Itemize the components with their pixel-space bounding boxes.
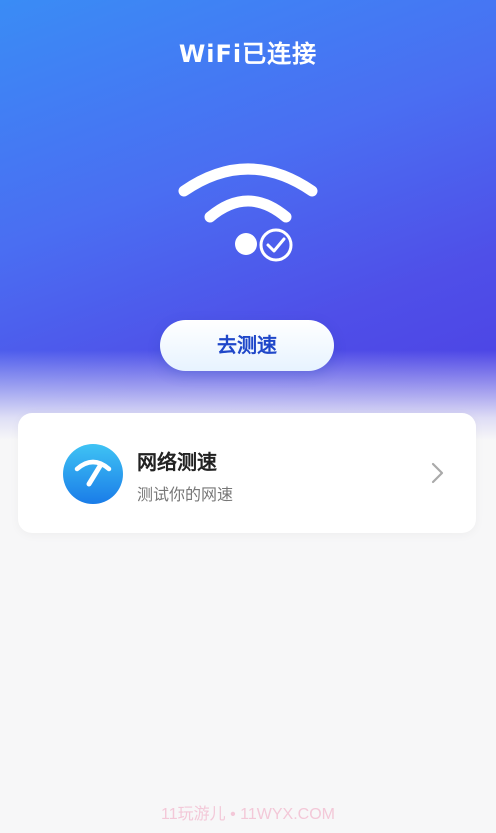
wifi-connected-icon — [176, 155, 320, 265]
card-title: 网络测速 — [137, 450, 217, 474]
speedometer-icon — [62, 443, 124, 505]
watermark: 11玩游儿 • 11WYX.COM — [161, 806, 335, 823]
card-subtitle: 测试你的网速 — [137, 485, 234, 504]
hero-header: WiFi已连接 — [0, 0, 496, 440]
page-title: WiFi已连接 — [178, 40, 318, 68]
start-speed-test-button[interactable]: 去测速 — [160, 320, 334, 371]
network-speed-test-card[interactable]: 网络测速 测试你的网速 — [18, 413, 476, 533]
check-circle-icon — [259, 228, 293, 262]
chevron-right-icon[interactable] — [425, 460, 449, 486]
